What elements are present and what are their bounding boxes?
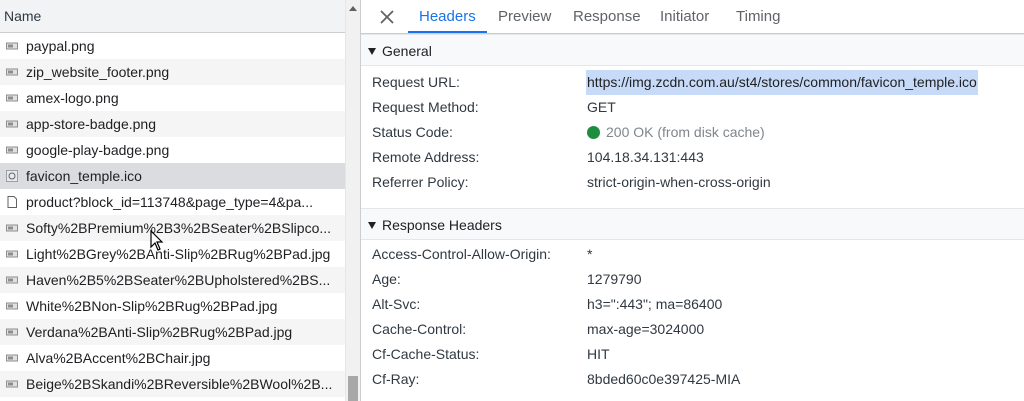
response-header-row: Age: 1279790 [361,267,1024,292]
image-file-icon [6,354,18,362]
request-url-label: Request URL: [372,74,460,90]
image-file-icon [6,120,18,128]
general-section-title: General [382,43,432,59]
referrer-policy-row: Referrer Policy: strict-origin-when-cros… [361,170,1024,195]
request-list-header[interactable]: Name [0,0,345,33]
request-row-name: White%2BNon-Slip%2BRug%2BPad.jpg [26,298,278,314]
image-file-icon [6,146,18,154]
response-header-key: Access-Control-Allow-Origin: [372,246,551,262]
request-url-row: Request URL: https://img.zcdn.com.au/st4… [361,70,1024,95]
request-row[interactable]: White%2BNon-Slip%2BRug%2BPad.jpg [0,293,345,319]
request-method-value[interactable]: GET [587,95,616,120]
response-headers-section-title: Response Headers [382,217,502,233]
request-row-name: Softy%2BPremium%2B3%2BSeater%2BSlipco... [26,220,332,236]
response-header-key: Age: [372,271,401,287]
details-tab-bar: Headers Preview Response Initiator Timin… [361,0,1024,34]
referrer-policy-value[interactable]: strict-origin-when-cross-origin [587,170,771,195]
response-header-key: Cache-Control: [372,321,467,337]
scroll-up-arrow-icon[interactable] [349,6,357,11]
response-header-value[interactable]: 8bded60c0e397425-MIA [587,367,740,392]
status-code-label: Status Code: [372,124,453,140]
status-code-text: 200 OK (from disk cache) [606,124,765,140]
request-row[interactable]: google-play-badge.png [0,137,345,163]
response-header-value[interactable]: max-age=3024000 [587,317,704,342]
request-row-name: google-play-badge.png [26,142,170,158]
request-method-row: Request Method: GET [361,95,1024,120]
request-method-label: Request Method: [372,99,479,115]
request-row-name: product?block_id=113748&page_type=4&pa..… [26,194,313,210]
request-row[interactable]: paypal.png [0,33,345,59]
tab-response[interactable]: Response [562,0,652,33]
response-header-value[interactable]: * [587,242,592,267]
general-section-toggle[interactable]: General [361,34,1024,66]
request-row[interactable]: app-store-badge.png [0,111,345,137]
request-details-panel: Headers Preview Response Initiator Timin… [361,0,1024,401]
request-row-name: favicon_temple.ico [26,168,142,184]
remote-address-label: Remote Address: [372,149,480,165]
image-file-icon [6,380,18,388]
request-row[interactable]: amex-logo.png [0,85,345,111]
request-url-value[interactable]: https://img.zcdn.com.au/st4/stores/commo… [586,70,978,95]
favicon-file-icon [6,170,18,182]
image-file-icon [6,328,18,336]
status-code-row: Status Code: 200 OK (from disk cache) [361,120,1024,145]
tab-headers[interactable]: Headers [408,0,487,33]
response-header-key: Cf-Ray: [372,371,420,387]
request-row-name: zip_website_footer.png [26,64,170,80]
request-row-name: Verdana%2BAnti-Slip%2BRug%2BPad.jpg [26,324,293,340]
request-row-name: Beige%2BSkandi%2BReversible%2BWool%2B... [26,376,333,392]
request-list-panel: Name paypal.png zip_website_footer.pngame… [0,0,361,401]
request-row[interactable]: product?block_id=113748&page_type=4&pa..… [0,189,345,215]
expand-triangle-icon [368,222,376,229]
tab-preview[interactable]: Preview [487,0,562,33]
request-row-name: Light%2BGrey%2BAnti-Slip%2BRug%2BPad.jpg [26,246,331,262]
request-row[interactable]: Verdana%2BAnti-Slip%2BRug%2BPad.jpg [0,319,345,345]
response-header-row: Cache-Control: max-age=3024000 [361,317,1024,342]
response-header-value[interactable]: 1279790 [587,267,642,292]
response-header-row: Alt-Svc: h3=":443"; ma=86400 [361,292,1024,317]
response-header-row: Cf-Cache-Status: HIT [361,342,1024,367]
request-row-name: Alva%2BAccent%2BChair.jpg [26,350,211,366]
expand-triangle-icon [368,48,376,55]
request-list-scrollbar[interactable] [345,0,360,401]
image-file-icon [6,302,18,310]
request-row[interactable]: Light%2BGrey%2BAnti-Slip%2BRug%2BPad.jpg [0,241,345,267]
response-header-row: Cf-Ray: 8bded60c0e397425-MIA [361,367,1024,392]
image-file-icon [6,276,18,284]
response-headers-section-toggle[interactable]: Response Headers [361,208,1024,240]
request-row[interactable]: favicon_temple.ico [0,163,345,189]
status-code-value[interactable]: 200 OK (from disk cache) [587,120,765,145]
request-row[interactable]: Beige%2BSkandi%2BReversible%2BWool%2B... [0,371,345,397]
image-file-icon [6,68,18,76]
status-ok-dot-icon [587,126,600,139]
request-row-name: paypal.png [26,38,95,54]
request-rows: paypal.png zip_website_footer.png amex-log… [0,33,345,397]
request-row[interactable]: Alva%2BAccent%2BChair.jpg [0,345,345,371]
response-header-key: Cf-Cache-Status: [372,346,480,362]
request-row[interactable]: Softy%2BPremium%2B3%2BSeater%2BSlipco... [0,215,345,241]
remote-address-row: Remote Address: 104.18.34.131:443 [361,145,1024,170]
tab-timing[interactable]: Timing [725,0,791,33]
request-row-name: app-store-badge.png [26,116,156,132]
response-header-value[interactable]: HIT [587,342,610,367]
name-column-header[interactable]: Name [4,8,41,24]
remote-address-value[interactable]: 104.18.34.131:443 [587,145,704,170]
request-row[interactable]: Haven%2B5%2BSeater%2BUpholstered%2BS... [0,267,345,293]
request-row-name: amex-logo.png [26,90,119,106]
request-row[interactable]: zip_website_footer.png [0,59,345,85]
scrollbar-thumb[interactable] [348,376,358,401]
image-file-icon [6,94,18,102]
image-file-icon [6,224,18,232]
response-header-key: Alt-Svc: [372,296,421,312]
document-file-icon [7,196,17,208]
request-row-name: Haven%2B5%2BSeater%2BUpholstered%2BS... [26,272,331,288]
referrer-policy-label: Referrer Policy: [372,174,469,190]
image-file-icon [6,42,18,50]
close-icon[interactable] [379,9,395,25]
response-header-row: Access-Control-Allow-Origin: * [361,242,1024,267]
mouse-cursor-icon [150,230,164,251]
image-file-icon [6,250,18,258]
response-header-value[interactable]: h3=":443"; ma=86400 [587,292,722,317]
tab-initiator[interactable]: Initiator [649,0,720,33]
